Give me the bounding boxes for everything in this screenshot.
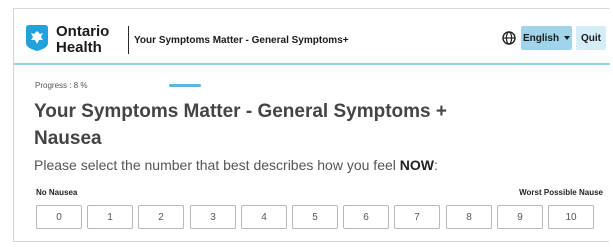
language-select-button[interactable]: English bbox=[521, 26, 572, 50]
rating-option-6[interactable]: 6 bbox=[343, 205, 389, 229]
header-title: Your Symptoms Matter - General Symptoms+ bbox=[134, 35, 349, 46]
app-header: Ontario Health Your Symptoms Matter - Ge… bbox=[14, 9, 610, 65]
rating-option-10[interactable]: 10 bbox=[548, 205, 594, 229]
brand-line-1: Ontario bbox=[56, 23, 110, 40]
language-label: English bbox=[522, 32, 560, 44]
instruction-prefix: Please select the number that best descr… bbox=[34, 157, 400, 173]
rating-option-8[interactable]: 8 bbox=[446, 205, 492, 229]
rating-option-7[interactable]: 7 bbox=[394, 205, 440, 229]
rating-option-1[interactable]: 1 bbox=[87, 205, 133, 229]
caret-down-icon bbox=[564, 36, 571, 40]
progress-bar bbox=[169, 84, 369, 87]
scale-max-label: Worst Possible Nause bbox=[519, 188, 603, 197]
ontario-health-logo-icon bbox=[26, 25, 48, 51]
globe-icon bbox=[502, 31, 516, 45]
brand-line-2: Health bbox=[56, 39, 102, 56]
progress-label: Progress : 8 % bbox=[35, 81, 88, 90]
rating-option-5[interactable]: 5 bbox=[292, 205, 338, 229]
rating-option-3[interactable]: 3 bbox=[190, 205, 236, 229]
scale-min-label: No Nausea bbox=[36, 188, 78, 197]
instruction-emphasis: NOW bbox=[399, 157, 434, 173]
instruction-text: Please select the number that best descr… bbox=[34, 157, 438, 173]
survey-frame: Ontario Health Your Symptoms Matter - Ge… bbox=[13, 8, 610, 242]
rating-option-4[interactable]: 4 bbox=[241, 205, 287, 229]
brand-name: Ontario Health bbox=[56, 24, 109, 56]
rating-option-9[interactable]: 9 bbox=[497, 205, 543, 229]
quit-button[interactable]: Quit bbox=[576, 26, 606, 50]
instruction-suffix: : bbox=[433, 157, 438, 173]
rating-option-0[interactable]: 0 bbox=[36, 205, 82, 229]
progress-bar-fill bbox=[169, 84, 201, 87]
rating-scale: 0 1 2 3 4 5 6 7 8 9 10 bbox=[36, 205, 608, 229]
rating-option-2[interactable]: 2 bbox=[138, 205, 184, 229]
page-title: Your Symptoms Matter - General Symptoms … bbox=[34, 101, 447, 149]
brand-divider bbox=[128, 26, 129, 54]
